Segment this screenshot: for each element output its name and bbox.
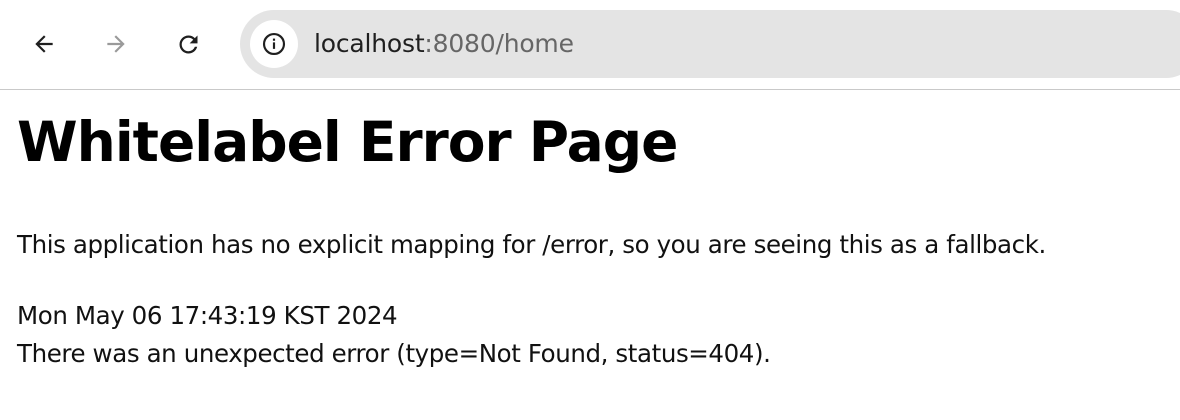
site-info-button[interactable] — [250, 20, 298, 68]
url-text[interactable]: localhost:8080/home — [314, 10, 574, 78]
error-message: This application has no explicit mapping… — [17, 230, 1046, 259]
error-detail: There was an unexpected error (type=Not … — [17, 339, 771, 368]
back-button[interactable] — [22, 22, 66, 66]
error-timestamp: Mon May 06 17:43:19 KST 2024 — [17, 301, 398, 330]
url-path: :8080/home — [424, 29, 574, 58]
url-host: localhost — [314, 29, 425, 58]
info-circle-icon — [262, 32, 286, 56]
page-title: Whitelabel Error Page — [17, 110, 678, 174]
address-bar[interactable]: localhost:8080/home — [240, 10, 1180, 78]
reload-icon — [179, 35, 197, 53]
forward-button[interactable] — [94, 22, 138, 66]
reload-button[interactable] — [166, 22, 210, 66]
back-arrow-icon — [35, 35, 53, 53]
browser-toolbar: localhost:8080/home — [0, 0, 1180, 90]
forward-arrow-icon — [107, 35, 125, 53]
